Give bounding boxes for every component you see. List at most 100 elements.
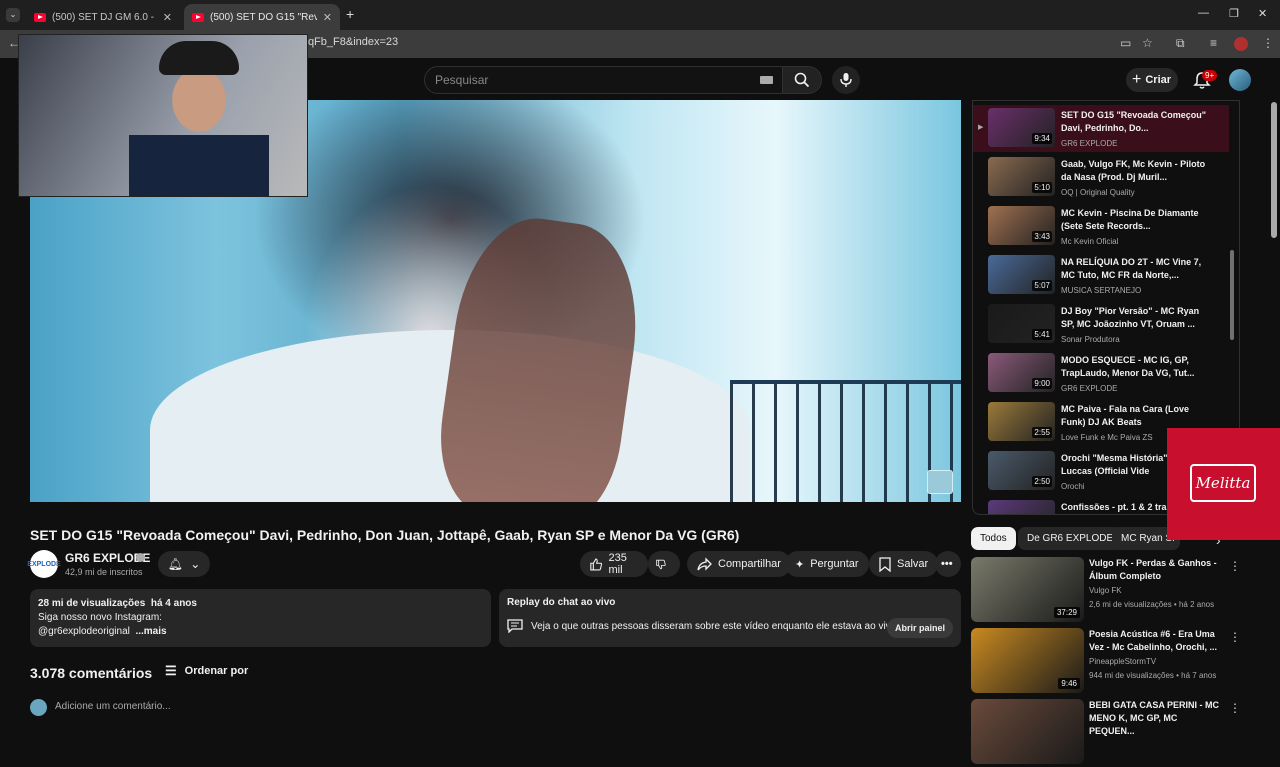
restore-icon[interactable]: ❐ [1229, 7, 1239, 20]
account-avatar[interactable] [1229, 69, 1251, 91]
more-actions-button[interactable]: ••• [935, 551, 961, 577]
playlist-item[interactable]: 5:07 NA RELÍQUIA DO 2T - MC Vine 7, MC Tu… [973, 252, 1229, 299]
extensions-icon[interactable]: ⧉ [1176, 36, 1185, 51]
playlist-thumbnail[interactable]: 9:34 [988, 108, 1055, 147]
keyboard-icon[interactable] [760, 76, 773, 84]
duration-badge: 9:00 [1032, 378, 1052, 389]
playlist-thumbnail[interactable]: 3:43 [988, 206, 1055, 245]
like-button[interactable]: 235 mil [580, 551, 648, 577]
ask-button[interactable]: ✦ Perguntar [785, 551, 869, 577]
more-vertical-icon[interactable]: ⋮ [1229, 701, 1241, 715]
playlist-item-title[interactable]: MC Kevin - Piscina De Diamante (Sete Set… [1061, 207, 1211, 233]
description-box[interactable]: 28 mi de visualizações há 4 anos Siga no… [30, 589, 491, 647]
channel-avatar[interactable]: EXPLODE [27, 550, 61, 578]
bookmark-star-icon[interactable]: ☆ [1142, 36, 1153, 50]
show-more-link[interactable]: ...mais [135, 626, 166, 637]
upload-age: há 4 anos [150, 598, 197, 609]
save-button[interactable]: Salvar [869, 551, 939, 577]
plus-icon: + [1132, 71, 1142, 88]
view-count: 28 mi de visualizações [38, 598, 146, 609]
video-thumbnail[interactable] [971, 699, 1084, 764]
share-button[interactable]: Compartilhar [687, 551, 791, 577]
tab-title: (500) SET DO G15 "Revoada Co [210, 11, 317, 23]
address-bar[interactable]: CqFb_F8&index=23 [300, 36, 398, 48]
sparkle-icon: ✦ [795, 558, 805, 571]
chat-icon [507, 619, 523, 633]
playlist-thumbnail[interactable]: 5:41 [988, 304, 1055, 343]
playlist-thumbnail[interactable]: 5:10 [988, 157, 1055, 196]
ad-banner[interactable]: Melitta [1167, 428, 1280, 540]
playlist-item-title[interactable]: MODO ESQUECE - MC IG, GP, TrapLaudo, Men… [1061, 354, 1211, 380]
profile-icon[interactable] [1234, 37, 1248, 51]
open-panel-button[interactable]: Abrir painel [886, 618, 953, 638]
verified-check-icon [136, 553, 145, 562]
playlist-item-title[interactable]: NA RELÍQUIA DO 2T - MC Vine 7, MC Tuto, … [1061, 256, 1211, 282]
now-playing-icon: ▶ [978, 124, 984, 131]
playlist-item[interactable]: 5:10 Gaab, Vulgo FK, Mc Kevin - Piloto da… [973, 154, 1229, 201]
create-button[interactable]: + Criar [1126, 68, 1178, 92]
playlist-thumbnail[interactable]: 2:55 [988, 402, 1055, 441]
playlist-item-title[interactable]: MC Paiva - Fala na Cara (Love Funk) DJ A… [1061, 403, 1211, 429]
playlist-thumbnail[interactable]: 2:50 [988, 451, 1055, 490]
duration-badge: 3:43 [1032, 231, 1052, 242]
playlist-thumbnail[interactable] [988, 500, 1055, 514]
cast-icon[interactable]: ▭ [1120, 36, 1131, 50]
voice-search-button[interactable] [832, 66, 860, 94]
video-thumbnail[interactable]: 37:29 [971, 557, 1084, 622]
instagram-handle: @gr6explodeoriginal [38, 626, 130, 637]
recommended-video-meta: 2,6 mi de visualizações • há 2 anos [1089, 600, 1215, 609]
playlist-item-title[interactable]: Gaab, Vulgo FK, Mc Kevin - Piloto da Nas… [1061, 158, 1211, 184]
sort-label: Ordenar por [184, 665, 249, 677]
add-comment-input[interactable]: Adicione um comentário... [55, 701, 171, 712]
playlist-thumbnail[interactable]: 5:07 [988, 255, 1055, 294]
duration-badge: 9:34 [1032, 133, 1052, 144]
recommended-video[interactable]: 37:29 Vulgo FK - Perdas & Ganhos - Álbum … [971, 557, 1251, 625]
browser-menu-icon[interactable]: ⋮ [1262, 36, 1274, 50]
recommended-video-title[interactable]: BEBI GATA CASA PERINI - MC MENO K, MC GP… [1089, 699, 1219, 738]
chip-from-channel[interactable]: De GR6 EXPLODE [1018, 527, 1123, 550]
search-button[interactable] [782, 66, 822, 94]
browser-tab-2[interactable]: (500) SET DO G15 "Revoada Co ✕ [184, 4, 340, 30]
recommended-video[interactable]: 9:46 Poesia Acústica #6 - Era Uma Vez - M… [971, 628, 1251, 696]
video-thumbnail[interactable]: 9:46 [971, 628, 1084, 693]
playlist-item[interactable]: 5:41 DJ Boy "Pior Versão" - MC Ryan SP, M… [973, 301, 1229, 348]
playlist-item-channel: GR6 EXPLODE [1061, 139, 1118, 148]
melitta-logo: Melitta [1190, 464, 1256, 502]
sort-comments-button[interactable]: ☰ Ordenar por [165, 663, 248, 679]
browser-tab-1[interactable]: (500) SET DJ GM 6.0 - Grego, Pi ✕ [26, 4, 180, 30]
playlist-item[interactable]: ▶ 9:34 SET DO G15 "Revoada Começou" Davi, … [973, 105, 1229, 152]
media-control-icon[interactable]: ≡ [1210, 36, 1217, 50]
close-tab-icon[interactable]: ✕ [163, 11, 172, 24]
page-scrollbar[interactable] [1271, 102, 1277, 238]
playlist-item[interactable]: 9:00 MODO ESQUECE - MC IG, GP, TrapLaudo,… [973, 350, 1229, 397]
duration-badge: 5:41 [1032, 329, 1052, 340]
close-window-icon[interactable]: ✕ [1258, 7, 1267, 20]
playlist-thumbnail[interactable]: 9:00 [988, 353, 1055, 392]
dislike-button[interactable] [648, 551, 680, 577]
more-vertical-icon[interactable]: ⋮ [1229, 630, 1241, 644]
like-count: 235 mil [608, 552, 627, 576]
recommended-video-title[interactable]: Poesia Acústica #6 - Era Uma Vez - Mc Ca… [1089, 628, 1219, 654]
recommended-video-channel[interactable]: PineappleStormTV [1089, 657, 1156, 666]
subscriber-count: 42,9 mi de inscritos [65, 567, 143, 577]
playlist-item-title[interactable]: SET DO G15 "Revoada Começou" Davi, Pedri… [1061, 109, 1211, 135]
playlist-item-channel: Sonar Produtora [1061, 335, 1120, 344]
new-tab-icon[interactable]: + [346, 6, 354, 22]
playlist-item-channel: GR6 EXPLODE [1061, 384, 1118, 393]
close-tab-icon[interactable]: ✕ [323, 11, 332, 24]
recommended-video-channel[interactable]: Vulgo FK [1089, 586, 1122, 595]
playlist-item[interactable]: 3:43 MC Kevin - Piscina De Diamante (Sete… [973, 203, 1229, 250]
minimize-icon[interactable]: — [1198, 7, 1209, 19]
recommended-video-title[interactable]: Vulgo FK - Perdas & Ganhos - Álbum Compl… [1089, 557, 1219, 583]
tab-search-button[interactable]: ⌄ [6, 8, 20, 22]
chip-all[interactable]: Todos [971, 527, 1016, 550]
more-vertical-icon[interactable]: ⋮ [1229, 559, 1241, 573]
playlist-scrollbar[interactable] [1230, 250, 1234, 340]
search-input[interactable]: Pesquisar [424, 66, 784, 94]
recommended-video[interactable]: BEBI GATA CASA PERINI - MC MENO K, MC GP… [971, 699, 1251, 767]
channel-watermark[interactable] [927, 470, 953, 494]
playlist-item-title[interactable]: DJ Boy "Pior Versão" - MC Ryan SP, MC Jo… [1061, 305, 1211, 331]
duration-badge: 9:46 [1058, 678, 1080, 689]
chevron-down-icon: ⌄ [190, 557, 201, 571]
subscription-notifications-button[interactable]: 🔔︎ ⌄ [158, 551, 210, 577]
